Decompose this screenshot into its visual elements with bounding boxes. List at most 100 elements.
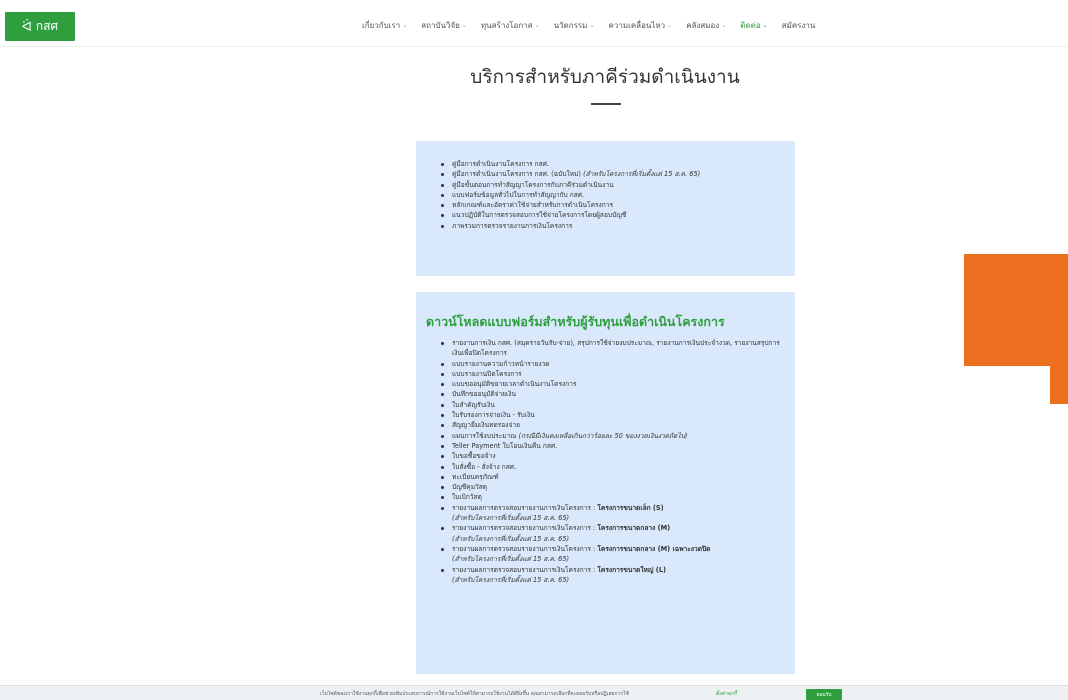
list-item[interactable]: แบบฟอร์มข้อมูลทั่วไปในการทำสัญญากับ กสศ. bbox=[440, 190, 780, 200]
chevron-down-icon: ⌄ bbox=[762, 23, 768, 29]
cookie-consent-bar: เว็บไซต์ของเราใช้งานคุกกี้เพื่อช่วยเพิ่ม… bbox=[0, 685, 1068, 700]
nav-label: ความเคลื่อนไหว bbox=[608, 21, 666, 30]
nav-item-about[interactable]: เกี่ยวกับเรา ⌄ bbox=[362, 19, 407, 32]
list-item[interactable]: ภาพรวมการตรวจรายงานการเงินโครงการ bbox=[440, 221, 780, 231]
list-item[interactable]: สัญญายืมเงินทดรองจ่าย bbox=[440, 420, 780, 430]
link-text: รายงานการเงิน กสศ. (สมุดรายวันรับ-จ่าย),… bbox=[452, 339, 780, 358]
nav-item-contact[interactable]: ติดต่อ ⌄ bbox=[740, 19, 767, 32]
chevron-down-icon: ⌄ bbox=[667, 23, 673, 29]
list-item[interactable]: แบบขออนุมัติขยายเวลาดำเนินงานโครงการ bbox=[440, 379, 780, 389]
link-text: รายงานผลการตรวจสอบรายงานการเงินโครงการ : bbox=[452, 544, 596, 553]
nav-label: สถาบันวิจัย bbox=[421, 21, 460, 30]
list-item[interactable]: บัญชีคุมวัสดุ bbox=[440, 482, 780, 492]
link-text: รายงานผลการตรวจสอบรายงานการเงินโครงการ : bbox=[452, 503, 596, 512]
list-item[interactable]: ใบสั่งซื้อ - สั่งจ้าง กสศ. bbox=[440, 462, 780, 472]
list-item[interactable]: บันทึกขออนุมัติจ่ายเงิน bbox=[440, 389, 780, 399]
nav-label: ทุนสร้างโอกาส bbox=[480, 21, 533, 30]
link-text: แบบรายงานความก้าวหน้ารายงวด bbox=[452, 359, 550, 368]
site-logo[interactable]: ᐛ กสศ bbox=[5, 12, 75, 41]
forms-download-panel: ดาวน์โหลดแบบฟอร์มสำหรับผู้รับทุนเพื่อดำเ… bbox=[416, 292, 795, 674]
link-text: ใบขอซื้อขอจ้าง bbox=[452, 452, 496, 461]
arrow-shape bbox=[964, 254, 1068, 404]
list-item[interactable]: คู่มือขั้นตอนการทำสัญญาโครงการกับภาคีร่ว… bbox=[440, 180, 780, 190]
link-sub: (สำหรับโครงการที่เริ่มตั้งแต่ 15 ส.ค. 65… bbox=[452, 534, 570, 543]
chevron-down-icon: ⌄ bbox=[461, 23, 467, 29]
link-text: ภาพรวมการตรวจรายงานการเงินโครงการ bbox=[452, 221, 573, 230]
list-item[interactable]: คู่มือการดำเนินงานโครงการ กสศ. (ฉบับใหม่… bbox=[440, 169, 780, 179]
list-item[interactable]: ใบสำคัญรับเงิน bbox=[440, 400, 780, 410]
link-text: ทะเบียนครุภัณฑ์ bbox=[452, 472, 499, 481]
link-text: คู่มือการดำเนินงานโครงการ กสศ. bbox=[452, 160, 549, 168]
site-header: ᐛ กสศ เกี่ยวกับเรา ⌄ สถาบันวิจัย ⌄ ทุนสร้า… bbox=[0, 0, 1068, 47]
list-item[interactable]: คู่มือการดำเนินงานโครงการ กสศ. bbox=[440, 159, 780, 169]
guides-panel: คู่มือการดำเนินงานโครงการ กสศ. คู่มือการ… bbox=[416, 141, 795, 276]
nav-label: สมัครงาน bbox=[781, 21, 816, 30]
link-bold: โครงการขนาดใหญ่ (L) bbox=[597, 565, 667, 574]
list-item[interactable]: รายงานผลการตรวจสอบรายงานการเงินโครงการ :… bbox=[440, 544, 780, 565]
guides-list: คู่มือการดำเนินงานโครงการ กสศ. คู่มือการ… bbox=[440, 159, 780, 231]
list-item[interactable]: Teller Payment ใบโอนเงินคืน กสศ. bbox=[440, 441, 780, 451]
link-text: คู่มือการดำเนินงานโครงการ กสศ. (ฉบับใหม่… bbox=[452, 170, 581, 179]
nav-label: ติดต่อ bbox=[740, 21, 761, 30]
nav-item-scholarship[interactable]: ทุนสร้างโอกาส ⌄ bbox=[481, 19, 540, 32]
link-text: Teller Payment ใบโอนเงินคืน กสศ. bbox=[452, 441, 558, 450]
link-text: ใบเบิกวัสดุ bbox=[452, 493, 482, 502]
list-item[interactable]: รายงานผลการตรวจสอบรายงานการเงินโครงการ :… bbox=[440, 523, 780, 544]
logo-text: กสศ bbox=[35, 19, 59, 33]
title-underline bbox=[591, 103, 621, 105]
link-sub: (สำหรับโครงการที่เริ่มตั้งแต่ 15 ส.ค. 65… bbox=[452, 555, 570, 564]
link-bold: โครงการขนาดเล็ก (S) bbox=[597, 503, 664, 512]
list-item[interactable]: รายงานผลการตรวจสอบรายงานการเงินโครงการ :… bbox=[440, 503, 780, 524]
link-text: ใบสำคัญรับเงิน bbox=[452, 400, 495, 409]
chevron-down-icon: ⌄ bbox=[534, 23, 540, 29]
nav-label: นวัตกรรม bbox=[553, 21, 588, 30]
forms-list: รายงานการเงิน กสศ. (สมุดรายวันรับ-จ่าย),… bbox=[440, 338, 780, 585]
nav-label: คลังสมอง bbox=[686, 21, 720, 30]
list-item[interactable]: แบบรายงานปิดโครงการ bbox=[440, 369, 780, 379]
nav-item-careers[interactable]: สมัครงาน bbox=[782, 19, 816, 32]
link-text: แบบรายงานปิดโครงการ bbox=[452, 369, 522, 378]
link-text: ใบรับรองการจ่ายเงิน - รับเงิน bbox=[452, 411, 535, 420]
nav-item-news[interactable]: ความเคลื่อนไหว ⌄ bbox=[608, 19, 672, 32]
main-nav: เกี่ยวกับเรา ⌄ สถาบันวิจัย ⌄ ทุนสร้างโอกาส… bbox=[362, 19, 815, 32]
link-text: สัญญายืมเงินทดรองจ่าย bbox=[452, 421, 520, 430]
link-text: รายงานผลการตรวจสอบรายงานการเงินโครงการ : bbox=[452, 565, 596, 574]
chevron-down-icon: ⌄ bbox=[402, 23, 408, 29]
list-item[interactable]: ทะเบียนครุภัณฑ์ bbox=[440, 472, 780, 482]
link-bold: โครงการขนาดกลาง (M) bbox=[597, 524, 671, 533]
link-bold: โครงการขนาดกลาง (M) เฉพาะงวดปิด bbox=[597, 544, 711, 553]
link-text: แบบฟอร์มข้อมูลทั่วไปในการทำสัญญากับ กสศ. bbox=[452, 190, 585, 199]
nav-label: เกี่ยวกับเรา bbox=[362, 21, 401, 30]
list-item[interactable]: รายงานผลการตรวจสอบรายงานการเงินโครงการ :… bbox=[440, 565, 780, 586]
link-text: หลักเกณฑ์และอัตราค่าใช้จ่ายสำหรับการดำเน… bbox=[452, 201, 614, 210]
list-item[interactable]: รายงานการเงิน กสศ. (สมุดรายวันรับ-จ่าย),… bbox=[440, 338, 780, 359]
link-text: แผนการใช้งบประมาณ bbox=[452, 431, 517, 440]
chevron-down-icon: ⌄ bbox=[721, 23, 727, 29]
link-text: บันทึกขออนุมัติจ่ายเงิน bbox=[452, 390, 517, 399]
page-title: บริการสำหรับภาคีร่วมดำเนินงาน bbox=[470, 66, 740, 88]
list-item[interactable]: แนวปฏิบัติในการตรวจสอบการใช้จ่ายโครงการโ… bbox=[440, 210, 780, 220]
list-item[interactable]: แผนการใช้งบประมาณ (กรณีมีเงินคงเหลือเกิน… bbox=[440, 431, 780, 441]
list-item[interactable]: แบบรายงานความก้าวหน้ารายงวด bbox=[440, 359, 780, 369]
list-item[interactable]: หลักเกณฑ์และอัตราค่าใช้จ่ายสำหรับการดำเน… bbox=[440, 200, 780, 210]
link-sub: (สำหรับโครงการที่เริ่มตั้งแต่ 15 ส.ค. 65… bbox=[452, 575, 570, 584]
section-heading: ดาวน์โหลดแบบฟอร์มสำหรับผู้รับทุนเพื่อดำเ… bbox=[426, 314, 725, 329]
cookie-settings-link[interactable]: ตั้งค่าคุกกี้ bbox=[716, 690, 737, 698]
nav-item-research[interactable]: สถาบันวิจัย ⌄ bbox=[421, 19, 467, 32]
list-item[interactable]: ใบขอซื้อขอจ้าง bbox=[440, 451, 780, 461]
nav-item-innovation[interactable]: นวัตกรรม ⌄ bbox=[554, 19, 595, 32]
list-item[interactable]: ใบเบิกวัสดุ bbox=[440, 492, 780, 502]
link-text: แนวปฏิบัติในการตรวจสอบการใช้จ่ายโครงการโ… bbox=[452, 211, 627, 220]
cookie-accept-button[interactable]: ยอมรับ bbox=[806, 689, 842, 700]
link-note: (กรณีมีเงินคงเหลือเกินกว่าร้อยละ 50 ของง… bbox=[518, 431, 688, 440]
list-item[interactable]: ใบรับรองการจ่ายเงิน - รับเงิน bbox=[440, 410, 780, 420]
link-text: แบบขออนุมัติขยายเวลาดำเนินงานโครงการ bbox=[452, 380, 577, 389]
handshake-logo-icon: ᐛ bbox=[21, 19, 32, 34]
link-text: บัญชีคุมวัสดุ bbox=[452, 483, 488, 492]
nav-item-knowledge[interactable]: คลังสมอง ⌄ bbox=[686, 19, 726, 32]
arrow-down-right-icon bbox=[964, 254, 1068, 404]
link-note: (สำหรับโครงการที่เริ่มตั้งแต่ 15 ส.ค. 65… bbox=[583, 170, 701, 179]
link-sub: (สำหรับโครงการที่เริ่มตั้งแต่ 15 ส.ค. 65… bbox=[452, 514, 570, 523]
link-text: ใบสั่งซื้อ - สั่งจ้าง กสศ. bbox=[452, 462, 517, 471]
cookie-text: เว็บไซต์ของเราใช้งานคุกกี้เพื่อช่วยเพิ่ม… bbox=[320, 691, 629, 697]
